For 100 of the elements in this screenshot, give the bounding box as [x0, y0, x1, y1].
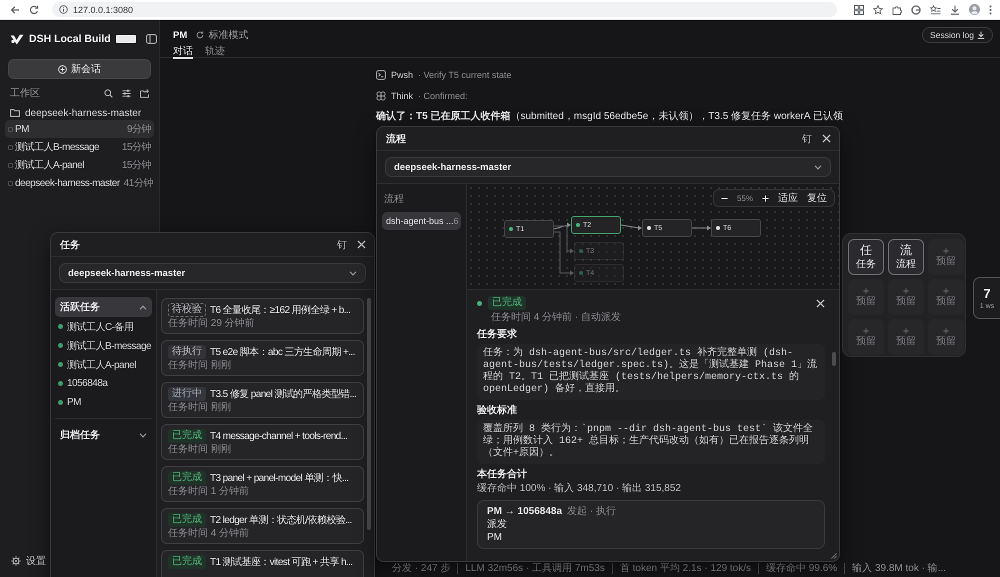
status-badge: 已完成: [168, 429, 206, 443]
avatar-icon[interactable]: [969, 4, 980, 15]
settings-item[interactable]: 设置: [5, 554, 46, 568]
event-actor: PM: [487, 531, 502, 544]
tile-label: 预留: [856, 336, 876, 346]
worker-item[interactable]: 测试工人B-message: [55, 336, 152, 355]
resize-grip-icon[interactable]: [830, 552, 837, 559]
new-session-button[interactable]: 新会话: [8, 59, 151, 79]
plus-icon: [943, 288, 949, 294]
dock-tile[interactable]: 流 流程: [888, 239, 924, 275]
plus-icon: [943, 328, 949, 334]
dock-slot[interactable]: 预留: [928, 279, 964, 315]
address-bar[interactable]: 127.0.0.1:3080: [52, 2, 837, 17]
status-dot-icon: [477, 300, 482, 306]
task-card[interactable]: 已完成 T2 ledger 单测：状态机/依赖校验... 任务时间 4 分钟前: [161, 508, 364, 544]
four-circles-icon: [376, 91, 386, 101]
session-item[interactable]: 测试工人B-message 15分钟: [5, 138, 154, 156]
session-item[interactable]: 测试工人A-panel 15分钟: [5, 156, 154, 174]
reload-icon[interactable]: [29, 4, 39, 14]
project-dropdown[interactable]: deepseek-harness-master: [59, 263, 366, 283]
refresh-icon: [196, 31, 204, 39]
flow-count: 6: [454, 216, 459, 226]
task-card[interactable]: 进行中 T3.5 修复 panel 测试的严格类型错... 任务时间 刚刚: [161, 382, 364, 418]
task-card[interactable]: 已完成 T1 测试基座：vitest 可跑 + 共享 h...: [161, 550, 364, 577]
status-badge: 待校验: [168, 303, 206, 317]
star-icon[interactable]: [873, 4, 883, 14]
status-dot-icon: [58, 343, 63, 348]
session-name: 测试工人B-message: [15, 140, 100, 154]
puzzle-icon[interactable]: [892, 4, 902, 14]
session-time: 9分钟: [126, 122, 151, 136]
task-card[interactable]: 已完成 T3 panel + panel-model 单测：快... 任务时间 1 分钟前: [161, 466, 364, 502]
tab[interactable]: 轨迹: [205, 43, 225, 59]
task-time: 任务时间 1 分钟前: [168, 486, 250, 498]
panel-title: 流程: [386, 132, 406, 146]
mode-label: 标准模式: [208, 28, 248, 42]
settings-icon: [11, 556, 21, 566]
worker-item[interactable]: 测试工人A-panel: [55, 355, 136, 374]
tool-name: Think: [391, 91, 414, 101]
status-item: 缓存命中 99.6%: [758, 563, 844, 574]
download-icon[interactable]: [950, 4, 960, 14]
worker-item[interactable]: 测试工人C-备用: [55, 317, 134, 336]
task-title: T4 message-channel + tools-rend...: [210, 430, 348, 442]
event-meta: 发起 · 执行: [567, 505, 616, 518]
close-icon[interactable]: [822, 134, 831, 143]
task-card[interactable]: 待校验 T6 全量收尾：≥162 用例全绿 + b... 任务时间 29 分钟前: [161, 298, 364, 334]
folder-plus-icon[interactable]: [140, 88, 149, 98]
worker-item[interactable]: PM: [55, 393, 81, 412]
task-group[interactable]: 活跃任务: [55, 297, 152, 317]
flow-item[interactable]: dsh-agent-bus ...6: [382, 212, 461, 230]
workspace-item[interactable]: deepseek-harness-master: [5, 106, 142, 120]
session-log-button[interactable]: Session log: [922, 27, 993, 43]
dock-tile[interactable]: 任 任务: [848, 239, 884, 275]
dock-slot[interactable]: 预留: [848, 279, 884, 315]
status-dot-icon: [579, 271, 583, 275]
status-badge: 进行中: [168, 387, 206, 401]
dock-slot[interactable]: 预留: [848, 319, 884, 355]
task-title: T2 ledger 单测：状态机/依赖校验...: [210, 514, 352, 527]
session-item[interactable]: PM 9分钟: [5, 120, 154, 138]
search-icon[interactable]: [104, 88, 113, 98]
plus-icon: [863, 288, 869, 294]
dock-slot[interactable]: 预留: [928, 239, 964, 275]
dock-slot[interactable]: 预留: [928, 319, 964, 355]
dock-slot[interactable]: 预留: [888, 279, 924, 315]
close-icon[interactable]: [357, 240, 366, 249]
dock-slot[interactable]: 预留: [888, 319, 924, 355]
tool-detail: · Verify T5 current state: [418, 70, 512, 80]
pin-button[interactable]: 钉: [802, 132, 812, 146]
status-item: 首 token 平均 2.1s · 129 tok/s: [612, 563, 758, 574]
session-item[interactable]: deepseek-harness-master 41分钟: [5, 174, 154, 192]
scrollbar-thumb[interactable]: [367, 298, 371, 530]
close-icon[interactable]: [816, 298, 825, 308]
status-badge: 已完成: [168, 513, 206, 527]
star-list-icon[interactable]: [930, 4, 941, 14]
event-action: 派发: [487, 518, 507, 531]
task-title: T3.5 修复 panel 测试的严格类型错...: [210, 388, 356, 401]
pin-button[interactable]: 钉: [337, 238, 347, 252]
tab[interactable]: 对话: [173, 43, 193, 59]
sliders-icon[interactable]: [122, 88, 131, 98]
fit-button[interactable]: 适应: [778, 191, 798, 205]
task-card[interactable]: 已完成 T4 message-channel + tools-rend... 任务时间 刚刚: [161, 424, 364, 460]
task-card[interactable]: 待执行 T5 e2e 脚本：abc 三方生命周期 +... 任务时间 刚刚: [161, 340, 364, 376]
scrollbar-thumb[interactable]: [832, 352, 836, 366]
back-icon[interactable]: [10, 4, 20, 14]
status-dot-icon: [647, 226, 651, 230]
tile-label: 预留: [936, 296, 956, 306]
status-badge: 待执行: [168, 345, 206, 359]
tile-label: 预留: [896, 296, 916, 306]
task-time: 任务时间 4 分钟前: [168, 528, 250, 540]
project-dropdown[interactable]: deepseek-harness-master: [385, 157, 831, 177]
sidebar-toggle-icon[interactable]: [146, 34, 157, 44]
chevron-down-icon: [814, 164, 822, 170]
ring-icon[interactable]: [911, 4, 921, 14]
task-time: 任务时间 刚刚: [168, 402, 231, 414]
task-group[interactable]: 归档任务: [55, 425, 152, 445]
reset-button[interactable]: 复位: [807, 191, 827, 205]
plus-icon[interactable]: [762, 194, 769, 202]
grid-icon[interactable]: [854, 4, 864, 14]
worker-item[interactable]: 1056848a: [55, 374, 108, 393]
tile-label: 预留: [936, 336, 956, 346]
more-icon[interactable]: [989, 4, 992, 14]
